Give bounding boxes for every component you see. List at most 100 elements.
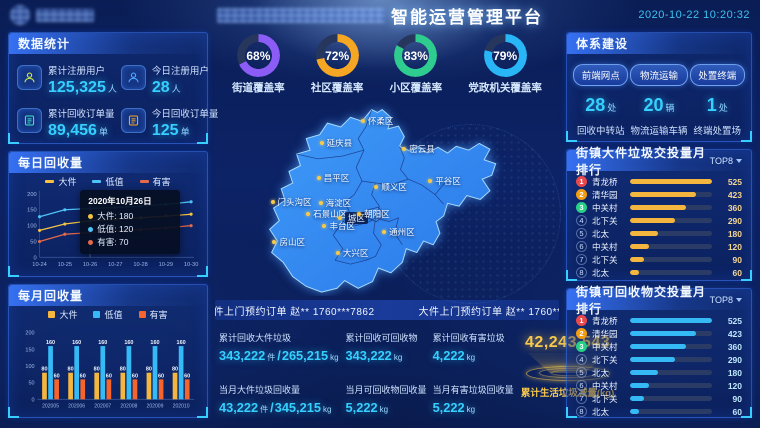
rank-name: 北太 [592, 228, 625, 240]
summary-value: 343,222kg [346, 348, 427, 363]
rank-value: 90 [717, 394, 742, 404]
gauge-ring-wrap: 72% [316, 34, 359, 77]
district-label[interactable]: 朝阳区 [357, 208, 390, 220]
district-label[interactable]: 通州区 [382, 226, 415, 238]
district-label[interactable]: 密云县 [402, 143, 435, 155]
legend-item[interactable]: 有害 [139, 308, 168, 321]
stat-label: 累计注册用户 [48, 63, 117, 77]
ranking-row: 6中关村120 [576, 241, 742, 253]
district-marker-dot [357, 212, 361, 216]
monthly-chart-area: 0501001502002020058016060202006801606020… [9, 321, 207, 415]
district-name: 房山区 [279, 236, 305, 248]
svg-text:202010: 202010 [173, 404, 190, 410]
stat-unit: 人 [108, 84, 117, 94]
legend-item[interactable]: 低值 [92, 175, 123, 188]
rank-name: 北太 [592, 367, 625, 379]
legend-label: 低值 [105, 175, 123, 188]
user-icon [17, 65, 42, 90]
system-value: 28处 [573, 95, 628, 116]
tooltip-row: 有害: 70 [88, 236, 172, 249]
rank-bar-track [630, 270, 712, 275]
svg-text:202005: 202005 [42, 404, 59, 410]
stat-number: 125,325 [48, 79, 106, 96]
district-marker-dot [338, 216, 342, 220]
system-unit: 处 [719, 103, 728, 113]
redacted-logo-text [36, 9, 94, 22]
svg-text:0: 0 [33, 255, 36, 261]
legend-label: 低值 [104, 308, 122, 321]
stat-label: 今日注册用户 [152, 63, 209, 77]
gauge: 79%党政机关覆盖率 [468, 34, 542, 95]
beijing-map[interactable]: 怀柔区延庆县密云县昌平区顺义区平谷区门头沟区海淀区石景山区城区朝阳区丰台区通州区… [262, 98, 512, 296]
district-name: 密云县 [409, 143, 435, 155]
rank-name: 北下关 [592, 254, 625, 266]
gauge-value: 68% [237, 34, 280, 77]
stat-label: 今日回收订单量 [152, 106, 219, 120]
svg-text:10-27: 10-27 [108, 262, 122, 268]
svg-text:60: 60 [132, 373, 138, 379]
district-label[interactable]: 怀柔区 [361, 115, 394, 127]
rank-name: 北下关 [592, 354, 625, 366]
gauge-label: 社区覆盖率 [311, 80, 364, 95]
district-label[interactable]: 昌平区 [317, 172, 350, 184]
rank-value: 423 [717, 190, 742, 200]
rank-name: 北下关 [592, 215, 625, 227]
ranking-row: 7北下关90 [576, 393, 742, 405]
district-label[interactable]: 丰台区 [322, 220, 355, 232]
rank-bar-fill [630, 257, 644, 262]
stat-text: 今日注册用户28人 [152, 63, 209, 96]
system-unit: 辆 [666, 103, 675, 113]
legend-item[interactable]: 有害 [140, 175, 171, 188]
stat-item: 累计回收订单量89,456单 [17, 106, 117, 139]
system-tab[interactable]: 前端网点 [573, 64, 628, 86]
legend-marker [45, 180, 54, 183]
svg-text:202009: 202009 [147, 404, 164, 410]
district-label[interactable]: 房山区 [272, 236, 305, 248]
district-label[interactable]: 顺义区 [374, 181, 407, 193]
gauge-value: 79% [484, 34, 527, 77]
panel-title-monthly: 每月回收量 [9, 285, 207, 306]
order-ticker: 大件上门预约订单 赵** 1760***7862大件上门预约订单 赵** 176… [215, 300, 559, 320]
tooltip-dot [88, 240, 93, 245]
system-tab[interactable]: 物流运输 [630, 64, 687, 86]
ranking-row: 1青龙桥525 [576, 315, 742, 327]
district-marker-dot [361, 119, 365, 123]
top8-dropdown[interactable]: TOP8 [710, 295, 742, 305]
top8-dropdown[interactable]: TOP8 [710, 156, 742, 166]
district-label[interactable]: 大兴区 [336, 247, 369, 259]
rank-badge: 8 [576, 267, 587, 278]
rank-badge: 4 [576, 215, 587, 226]
rank-value: 90 [717, 255, 742, 265]
svg-text:80: 80 [172, 367, 178, 373]
rank-bar-fill [630, 318, 712, 323]
panel-title-text: 每日回收量 [18, 154, 83, 171]
legend-item[interactable]: 低值 [93, 308, 122, 321]
rank-bar-track [630, 383, 712, 388]
district-label[interactable]: 延庆县 [320, 137, 353, 149]
chart-tooltip: 2020年10月26日大件: 180低值: 120有害: 70 [80, 190, 180, 255]
district-marker-dot [382, 230, 386, 234]
district-label[interactable]: 平谷区 [428, 175, 461, 187]
rank-bar-track [630, 231, 712, 236]
summary-number: 265,215 [282, 348, 328, 363]
rank-value: 423 [717, 329, 742, 339]
summary-number: 343,222 [219, 348, 265, 363]
rank-bar-fill [630, 370, 658, 375]
district-name: 大兴区 [343, 247, 369, 259]
district-label[interactable]: 门头沟区 [271, 196, 312, 208]
rank-value: 290 [717, 216, 742, 226]
stat-number: 28 [152, 79, 170, 96]
legend-item[interactable]: 大件 [45, 175, 76, 188]
system-tab[interactable]: 处置终端 [690, 64, 746, 86]
main-layout: 数据统计 累计注册用户125,325人今日注册用户28人累计回收订单量89,45… [0, 30, 760, 428]
panel-ranking-bulky: 街镇大件垃圾交投量月排行 TOP8 1青龙桥5252清华园4233中关村3604… [566, 149, 752, 281]
summary-section: 累计回收大件垃圾343,222件/265,215kg累计回收可回收物343,22… [215, 324, 559, 420]
rank-bar-track [630, 244, 712, 249]
rank-badge: 1 [576, 315, 587, 326]
district-name: 顺义区 [381, 181, 407, 193]
rank-name: 北太 [592, 267, 625, 279]
panel-title-ranking-recyclable: 街镇可回收物交投量月排行 TOP8 [567, 289, 751, 310]
tooltip-dot [88, 214, 93, 219]
legend-item[interactable]: 大件 [48, 308, 77, 321]
top8-label: TOP8 [710, 156, 733, 166]
